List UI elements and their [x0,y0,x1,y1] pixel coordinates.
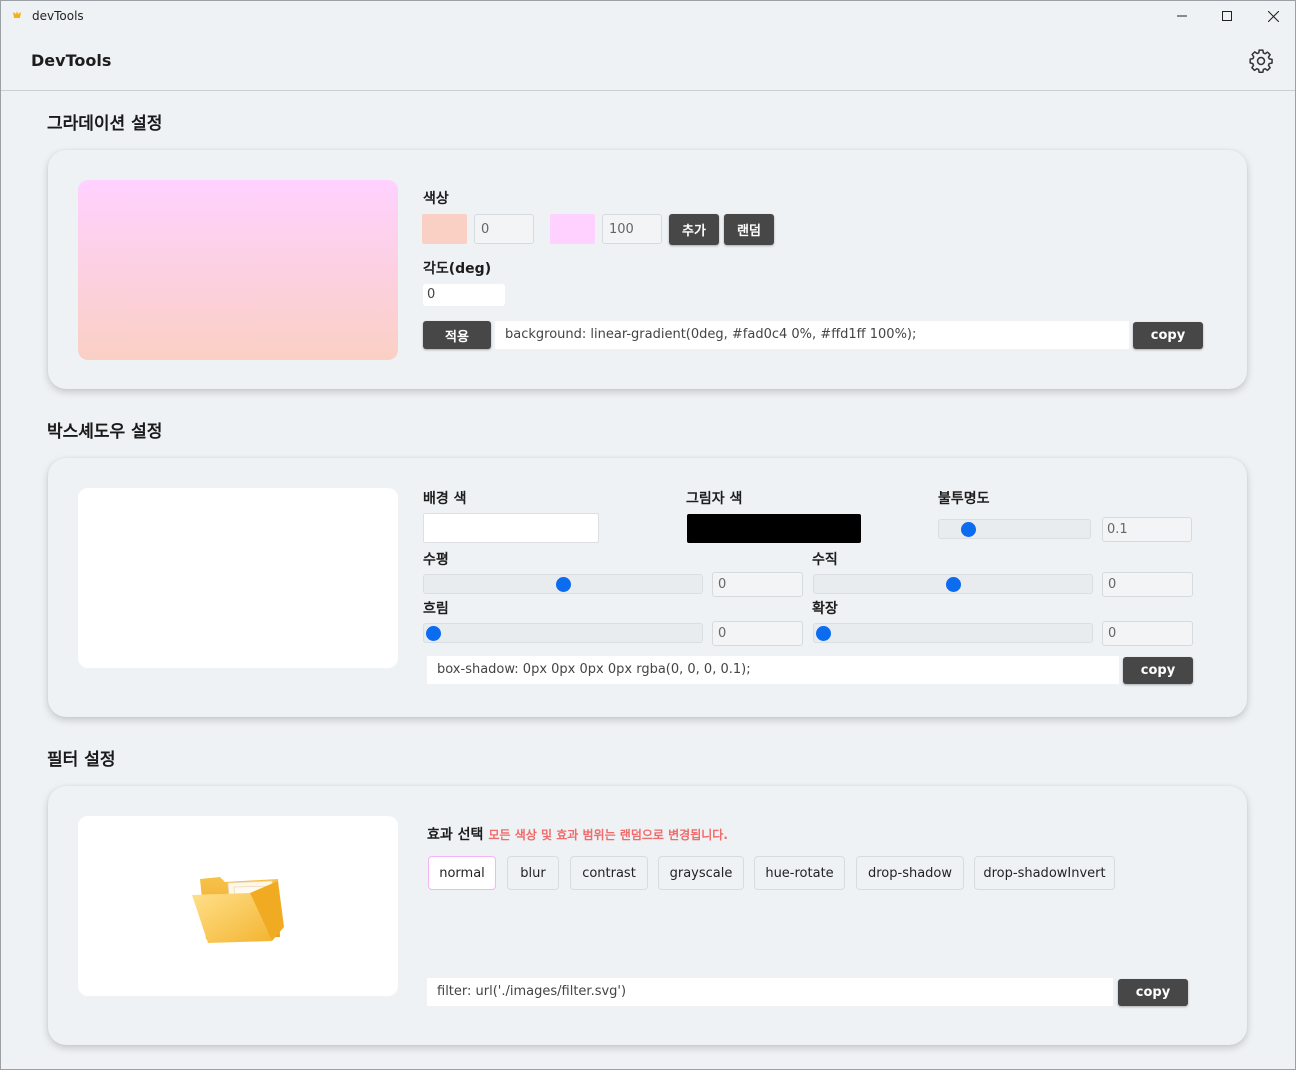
spread-value[interactable]: 0 [1102,621,1193,646]
filter-preview [78,816,398,996]
gradient-copy-button[interactable]: copy [1133,322,1203,349]
app-header: DevTools [1,31,1295,91]
boxshadow-section-title: 박스셰도우 설정 [47,422,163,442]
spread-slider-thumb[interactable] [816,626,831,641]
boxshadow-preview [78,488,398,668]
add-color-button[interactable]: 추가 [669,214,719,245]
effect-select-label: 효과 선택 [427,827,484,843]
color-stop-1-position[interactable]: 0 [474,214,534,244]
minimize-icon [1177,15,1187,17]
gradient-card: 색상 0 100 추가 랜덤 각도(deg) 0 적용 background: … [48,150,1247,389]
horizontal-slider[interactable] [423,574,703,594]
vertical-label: 수직 [812,552,838,568]
blur-value[interactable]: 0 [712,621,803,646]
shadow-color-label: 그림자 색 [686,491,743,507]
opacity-slider[interactable] [938,519,1091,539]
boxshadow-copy-button[interactable]: copy [1123,657,1193,684]
bg-color-label: 배경 색 [423,491,467,507]
minimize-button[interactable] [1159,1,1205,31]
horizontal-label: 수평 [423,552,449,568]
maximize-icon [1222,11,1232,21]
opacity-slider-thumb[interactable] [960,522,976,537]
filter-section-title: 필터 설정 [47,750,116,770]
horizontal-value[interactable]: 0 [712,572,803,597]
apply-button[interactable]: 적용 [423,321,491,349]
blur-slider[interactable] [423,623,703,643]
color-label: 색상 [423,191,449,207]
window-title: devTools [32,9,84,23]
app-name: DevTools [31,51,112,70]
gradient-preview [78,180,398,360]
folder-icon [192,877,284,943]
effect-normal-button[interactable]: normal [428,856,496,890]
close-button[interactable] [1250,1,1296,31]
effect-contrast-button[interactable]: contrast [570,856,648,890]
vertical-slider[interactable] [813,574,1093,594]
boxshadow-card: 배경 색 그림자 색 불투명도 0.1 수평 0 수직 0 흐림 0 확장 0 … [48,458,1247,717]
effect-drop-shadow-invert-button[interactable]: drop-shadowInvert [974,856,1115,890]
opacity-value[interactable]: 0.1 [1102,517,1192,542]
filter-card: 효과 선택 모든 색상 및 효과 범위는 랜덤으로 변경됩니다. normal … [48,786,1247,1045]
vertical-value[interactable]: 0 [1102,572,1193,597]
random-hint: 모든 색상 및 효과 범위는 랜덤으로 변경됩니다. [488,828,728,842]
horizontal-slider-thumb[interactable] [555,577,571,592]
filter-css-output[interactable]: filter: url('./images/filter.svg') [427,978,1113,1006]
color-stop-1-swatch[interactable] [422,214,467,244]
gear-icon[interactable] [1248,48,1274,74]
effect-grayscale-button[interactable]: grayscale [658,856,744,890]
effect-drop-shadow-button[interactable]: drop-shadow [856,856,964,890]
spread-label: 확장 [812,601,838,617]
maximize-button[interactable] [1204,1,1250,31]
close-icon [1267,10,1279,22]
shadow-color-picker[interactable] [687,514,861,543]
spread-slider[interactable] [813,623,1093,643]
effect-hue-rotate-button[interactable]: hue-rotate [754,856,845,890]
blur-slider-thumb[interactable] [426,626,441,641]
title-bar: devTools [1,1,1295,31]
effect-select-header: 효과 선택 모든 색상 및 효과 범위는 랜덤으로 변경됩니다. [427,824,728,844]
blur-label: 흐림 [423,601,449,617]
color-stop-2-swatch[interactable] [550,214,595,244]
angle-input[interactable]: 0 [423,284,505,306]
gradient-css-output[interactable]: background: linear-gradient(0deg, #fad0c… [495,321,1129,349]
opacity-label: 불투명도 [938,491,990,507]
color-stop-2-position[interactable]: 100 [602,214,662,244]
app-icon [13,11,21,18]
vertical-slider-thumb[interactable] [945,577,961,592]
random-button[interactable]: 랜덤 [724,214,774,245]
boxshadow-css-output[interactable]: box-shadow: 0px 0px 0px 0px rgba(0, 0, 0… [427,656,1119,684]
filter-copy-button[interactable]: copy [1118,979,1188,1006]
angle-label: 각도(deg) [423,261,492,277]
bg-color-picker[interactable] [423,513,599,543]
gradient-section-title: 그라데이션 설정 [47,114,163,134]
effect-blur-button[interactable]: blur [507,856,559,890]
